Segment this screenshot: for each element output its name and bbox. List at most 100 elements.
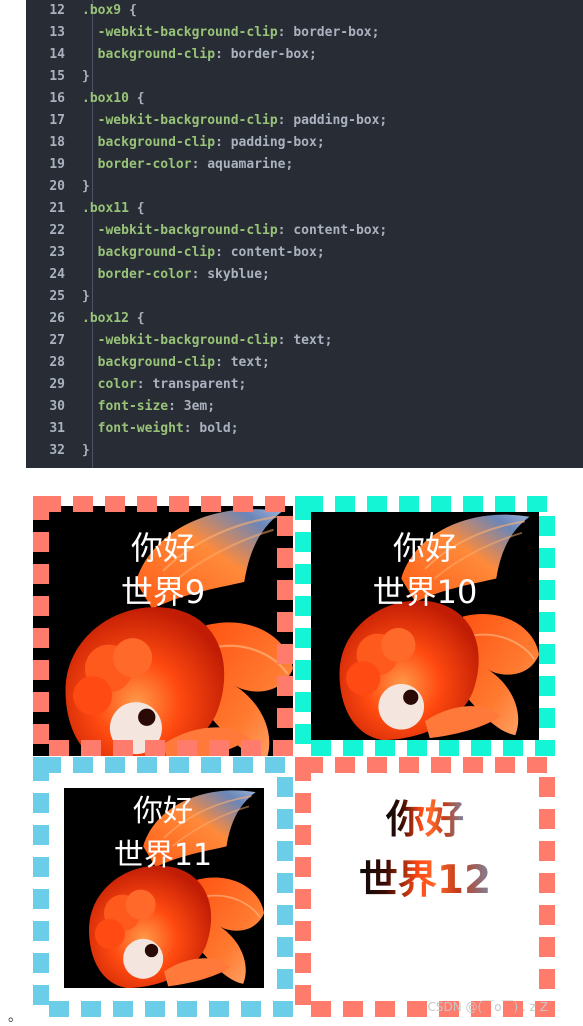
code-line: 19 border-color: aquamarine; — [26, 154, 583, 176]
css-value: transparent — [152, 377, 239, 392]
css-value: content-box — [293, 223, 380, 238]
demo-box-10: 你好 世界10 — [295, 496, 555, 756]
code-line: 21 .box11 { — [26, 198, 583, 220]
css-property: -webkit-background-clip — [97, 25, 278, 40]
line-number: 30 — [49, 399, 65, 414]
code-text: } — [82, 176, 90, 198]
code-line: 22 -webkit-background-clip: content-box; — [26, 220, 583, 242]
css-value: aquamarine — [207, 157, 286, 172]
brace-open: { — [128, 311, 145, 326]
line-number: 15 — [49, 69, 65, 84]
css-property: -webkit-background-clip — [97, 333, 278, 348]
code-line: 24 border-color: skyblue; — [26, 264, 583, 286]
line-number: 29 — [49, 377, 65, 392]
line-number: 21 — [49, 201, 65, 216]
brace-open: { — [121, 3, 137, 18]
brace-close: } — [82, 69, 90, 84]
code-text: background-clip: text; — [97, 355, 270, 370]
css-property: background-clip — [97, 135, 216, 150]
brace-open: { — [128, 91, 145, 106]
code-line: 20} — [26, 176, 583, 198]
brace-close: } — [82, 289, 90, 304]
code-line: 15} — [26, 66, 583, 88]
css-value: skyblue — [207, 267, 263, 282]
brace-open: { — [128, 201, 145, 216]
code-line: 23 background-clip: content-box; — [26, 242, 583, 264]
css-value: text — [230, 355, 263, 370]
line-number: 24 — [49, 267, 65, 282]
css-value: padding-box — [293, 113, 380, 128]
code-text: } — [82, 66, 90, 88]
css-selector: .box12 — [82, 311, 129, 326]
code-line: 26 .box12 { — [26, 308, 583, 330]
code-text: -webkit-background-clip: padding-box; — [97, 113, 388, 128]
code-text: background-clip: border-box; — [97, 47, 317, 62]
box12-text: 你好 世界12 — [325, 791, 525, 911]
demo-box-12: 你好 世界12 — [295, 757, 555, 1017]
code-line: 28 background-clip: text; — [26, 352, 583, 374]
css-property: border-color — [97, 267, 192, 282]
css-selector: .box10 — [82, 91, 129, 106]
css-property: -webkit-background-clip — [97, 113, 278, 128]
css-value: border-box — [230, 47, 309, 62]
box11-line1: 你好 — [133, 794, 193, 829]
box11-line2: 世界11 — [113, 838, 213, 873]
box9-text: 你好 世界9 — [83, 526, 243, 614]
code-text: .box10 { — [82, 88, 145, 110]
code-line: 30 font-size: 3em; — [26, 396, 583, 418]
code-text: background-clip: content-box; — [97, 245, 325, 260]
line-number: 31 — [49, 421, 65, 436]
brace-close: } — [82, 443, 90, 458]
css-selector: .box9 — [82, 3, 122, 18]
code-line: 18 background-clip: padding-box; — [26, 132, 583, 154]
code-line: 32} — [26, 440, 583, 462]
line-number: 18 — [49, 135, 65, 150]
css-property: color — [97, 377, 137, 392]
code-line: 12 .box9 { — [26, 0, 583, 22]
code-line: 29 color: transparent; — [26, 374, 583, 396]
line-number: 13 — [49, 25, 65, 40]
css-selector: .box11 — [82, 201, 129, 216]
css-property: font-weight — [97, 421, 184, 436]
code-line: 25} — [26, 286, 583, 308]
box9-line2: 世界9 — [120, 573, 206, 611]
code-text: border-color: skyblue; — [97, 267, 270, 282]
code-text: .box11 { — [82, 198, 145, 220]
box10-line2: 世界10 — [372, 573, 478, 611]
code-line: 27 -webkit-background-clip: text; — [26, 330, 583, 352]
line-number: 16 — [49, 91, 65, 106]
code-line: 31 font-weight: bold; — [26, 418, 583, 440]
code-text: border-color: aquamarine; — [97, 157, 294, 172]
css-property: font-size — [97, 399, 169, 414]
line-number: 25 — [49, 289, 65, 304]
css-property: background-clip — [97, 245, 216, 260]
css-value: bold — [199, 421, 231, 436]
line-number: 27 — [49, 333, 65, 348]
code-line: 16 .box10 { — [26, 88, 583, 110]
line-number: 26 — [49, 311, 65, 326]
css-value: content-box — [230, 245, 317, 260]
code-text: color: transparent; — [97, 377, 247, 392]
box9-line1: 你好 — [130, 529, 195, 567]
css-property: background-clip — [97, 47, 216, 62]
code-text: -webkit-background-clip: border-box; — [97, 25, 380, 40]
code-text: .box12 { — [82, 308, 145, 330]
demo-box-9: 你好 世界9 — [33, 496, 293, 756]
code-text: font-size: 3em; — [97, 399, 216, 414]
line-number: 14 — [49, 47, 65, 62]
demo-box-11: 你好 世界11 — [33, 757, 293, 1017]
css-value: 3em — [183, 399, 208, 414]
code-text: -webkit-background-clip: text; — [97, 333, 333, 348]
box12-line2: 世界12 — [358, 858, 492, 903]
box10-line1: 你好 — [392, 529, 457, 567]
code-text: } — [82, 440, 90, 462]
line-number: 23 — [49, 245, 65, 260]
css-property: -webkit-background-clip — [97, 223, 278, 238]
line-number: 20 — [49, 179, 65, 194]
code-text: } — [82, 286, 90, 308]
brace-close: } — [82, 179, 90, 194]
code-text: background-clip: padding-box; — [97, 135, 325, 150]
code-text: -webkit-background-clip: content-box; — [97, 223, 388, 238]
code-editor-panel: 12 .box9 { 13 -webkit-background-clip: bor… — [26, 0, 583, 468]
css-property: border-color — [97, 157, 192, 172]
